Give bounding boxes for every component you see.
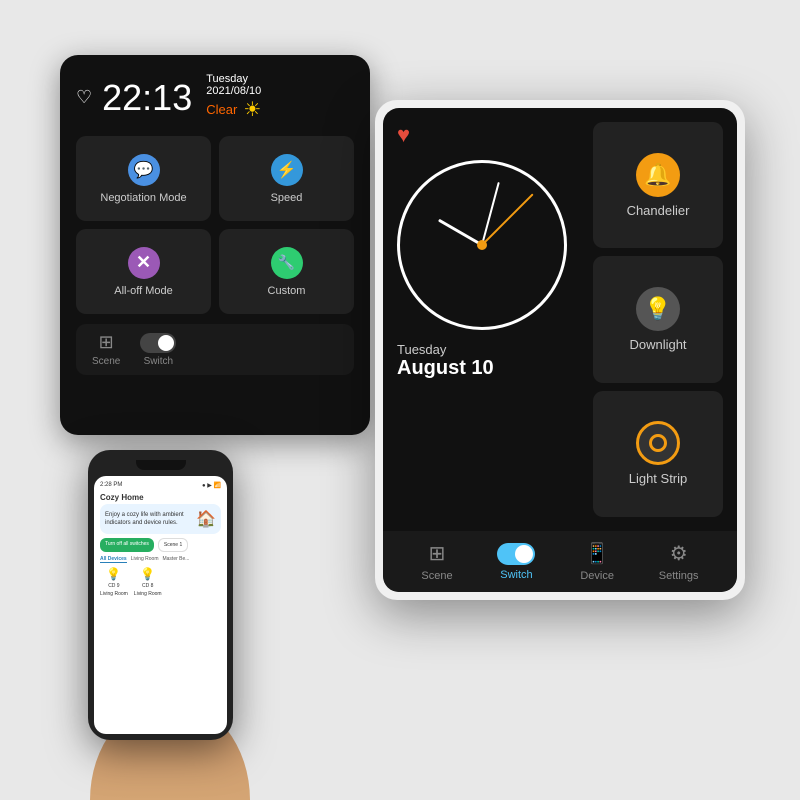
back-tablet: ♡ 22:13 Tuesday 2021/08/10 Clear ☀ 💬 Neg…	[60, 55, 370, 435]
alloff-icon: ✕	[128, 247, 160, 279]
switch-toggle-active[interactable]	[497, 543, 535, 565]
scene-nav-item[interactable]: ⊞ Scene	[421, 541, 452, 582]
front-bottom-nav: ⊞ Scene Switch 📱 Device ⚙ Settings	[383, 531, 737, 592]
phone-tab-master[interactable]: Master Be...	[162, 556, 189, 563]
front-heart-row: ♥	[397, 122, 581, 148]
back-scene-nav[interactable]: ⊞ Scene	[92, 332, 120, 367]
phone-status-bar: 2:28 PM ● ▶ 📶	[100, 482, 221, 489]
front-main-area: ♥ Tuesday August 10 🔔 Chandelier	[383, 108, 737, 531]
chandelier-icon: 🔔	[636, 153, 680, 197]
turnoff-all-button[interactable]: Turn off all switches	[100, 538, 154, 552]
negotiation-mode-button[interactable]: 💬 Negotiation Mode	[76, 136, 211, 221]
settings-nav-item[interactable]: ⚙ Settings	[659, 541, 699, 582]
custom-label: Custom	[268, 285, 306, 297]
phone: 2:28 PM ● ▶ 📶 Cozy Home Enjoy a cozy lif…	[88, 450, 233, 740]
alloff-mode-label: All-off Mode	[114, 285, 173, 297]
phone-device-icon-cd8: 💡	[140, 567, 155, 581]
back-date: 2021/08/10	[206, 85, 261, 97]
negotiation-icon: 💬	[128, 154, 160, 186]
lightstrip-button[interactable]: Light Strip	[593, 391, 723, 517]
speed-label: Speed	[271, 192, 303, 204]
back-switch-toggle[interactable]	[140, 333, 176, 353]
hour-hand	[438, 219, 483, 247]
phone-notch	[136, 460, 186, 470]
phone-hero-area: Enjoy a cozy life with ambient indicator…	[100, 504, 221, 534]
back-tablet-grid: 💬 Negotiation Mode ⚡ Speed ✕ All-off Mod…	[76, 136, 354, 314]
phone-tab-living[interactable]: Living Room	[131, 556, 159, 563]
phone-hero-icon: 🏠	[196, 509, 216, 529]
alloff-mode-button[interactable]: ✕ All-off Mode	[76, 229, 211, 314]
switch-nav-label: Switch	[500, 569, 532, 581]
back-weather-text: Clear	[206, 102, 237, 117]
lightstrip-icon	[636, 421, 680, 465]
back-switch-nav[interactable]: Switch	[140, 333, 176, 367]
lightstrip-label: Light Strip	[629, 471, 688, 486]
chandelier-label: Chandelier	[627, 203, 690, 218]
phone-device-room-cd9: Living Room	[100, 591, 128, 597]
clock-area: ♥ Tuesday August 10	[397, 122, 581, 517]
back-scene-label: Scene	[92, 356, 120, 367]
downlight-icon: 💡	[636, 287, 680, 331]
device-nav-item[interactable]: 📱 Device	[580, 541, 614, 582]
phone-signal-icons: ● ▶ 📶	[202, 482, 221, 489]
speed-icon: ⚡	[271, 154, 303, 186]
device-nav-label: Device	[580, 570, 614, 582]
back-tablet-topbar: ♡ 22:13 Tuesday 2021/08/10 Clear ☀	[76, 73, 354, 122]
negotiation-mode-label: Negotiation Mode	[100, 192, 186, 204]
custom-icon: 🔧	[271, 247, 303, 279]
device-icon: 📱	[585, 541, 610, 566]
settings-icon: ⚙	[670, 541, 688, 566]
phone-device-cd8: 💡 CD 8 Living Room	[134, 567, 162, 597]
device-buttons: 🔔 Chandelier 💡 Downlight Light Strip	[593, 122, 723, 517]
switch-nav-item[interactable]: Switch	[497, 543, 535, 581]
phone-device-icon-cd9: 💡	[106, 567, 121, 581]
custom-button[interactable]: 🔧 Custom	[219, 229, 354, 314]
downlight-label: Downlight	[629, 337, 686, 352]
sun-icon: ☀	[243, 97, 261, 122]
back-switch-label: Switch	[144, 356, 173, 367]
back-date-weather: Tuesday 2021/08/10 Clear ☀	[206, 73, 261, 122]
clock-center-dot	[477, 240, 487, 250]
clock-date: August 10	[397, 357, 581, 380]
phone-device-name-cd9: CD 9	[108, 583, 119, 589]
back-day: Tuesday	[206, 73, 261, 85]
phone-tabs: All Devices Living Room Master Be...	[100, 556, 221, 563]
phone-screen: 2:28 PM ● ▶ 📶 Cozy Home Enjoy a cozy lif…	[94, 476, 227, 734]
phone-device-name-cd8: CD 8	[142, 583, 153, 589]
downlight-button[interactable]: 💡 Downlight	[593, 256, 723, 382]
phone-app-title: Cozy Home	[100, 493, 221, 502]
date-display: Tuesday August 10	[397, 342, 581, 380]
clock-day: Tuesday	[397, 342, 581, 357]
settings-nav-label: Settings	[659, 570, 699, 582]
scene-nav-label: Scene	[421, 570, 452, 582]
front-tablet: ♥ Tuesday August 10 🔔 Chandelier	[375, 100, 745, 600]
analog-clock	[397, 160, 567, 330]
phone-time: 2:28 PM	[100, 482, 122, 489]
front-heart-icon: ♥	[397, 122, 410, 148]
phone-tab-all[interactable]: All Devices	[100, 556, 127, 563]
speed-button[interactable]: ⚡ Speed	[219, 136, 354, 221]
scene-icon: ⊞	[429, 541, 446, 566]
chandelier-button[interactable]: 🔔 Chandelier	[593, 122, 723, 248]
phone-action-buttons: Turn off all switches Scene 1	[100, 538, 221, 552]
phone-device-list: 💡 CD 9 Living Room 💡 CD 8 Living Room	[100, 567, 221, 597]
phone-device-room-cd8: Living Room	[134, 591, 162, 597]
back-bottom-nav: ⊞ Scene Switch	[76, 324, 354, 375]
heart-icon: ♡	[76, 87, 92, 108]
scene-grid-icon: ⊞	[99, 332, 114, 353]
phone-device-cd9: 💡 CD 9 Living Room	[100, 567, 128, 597]
scene1-button[interactable]: Scene 1	[158, 538, 188, 552]
front-tablet-inner: ♥ Tuesday August 10 🔔 Chandelier	[383, 108, 737, 592]
back-clock-time: 22:13	[102, 77, 192, 119]
phone-tagline: Enjoy a cozy life with ambient indicator…	[105, 511, 192, 528]
